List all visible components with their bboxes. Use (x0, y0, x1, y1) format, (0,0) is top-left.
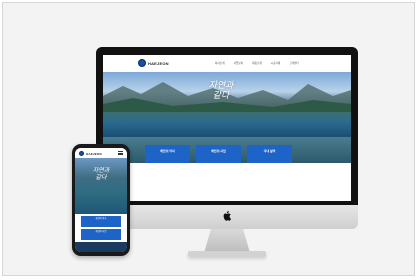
hero-title-line2: 같다 (212, 91, 230, 101)
mobile-footer-band (75, 242, 127, 252)
main-nav: 회사소개 사업분야 제품소개 시공사례 고객센터 (215, 61, 299, 65)
nav-item[interactable]: 회사소개 (215, 61, 225, 65)
desktop-screen: HAEJEON 회사소개 사업분야 제품소개 시공사례 고객센터 자연과 같다 (103, 55, 351, 201)
mobile-hero-title: 자연과 같다 (75, 167, 127, 181)
site-header: HAEJEON 회사소개 사업분야 제품소개 시공사례 고객센터 (103, 55, 351, 72)
feature-card[interactable]: 해전의 사업 (196, 145, 241, 163)
mobile-card-label: 해전의 사업 (95, 231, 107, 233)
hero-banner: 자연과 같다 (103, 72, 351, 137)
mobile-header: HAEJEON (75, 148, 127, 158)
menu-icon[interactable] (118, 151, 123, 155)
mobile-hero-title-line2: 같다 (95, 174, 107, 181)
nav-item[interactable]: 사업분야 (234, 61, 244, 65)
imac-mockup: HAEJEON 회사소개 사업분야 제품소개 시공사례 고객센터 자연과 같다 (96, 47, 358, 259)
logo-icon (138, 59, 146, 67)
logo-text: HAEJEON (148, 60, 169, 66)
mobile-card-label: 해전의 역사 (95, 218, 107, 220)
content-section (103, 163, 351, 201)
logo-icon (79, 151, 84, 156)
card-label: 해전의 역사 (160, 149, 175, 153)
imac-stand (204, 229, 250, 253)
mobile-hero: 자연과 같다 (75, 158, 127, 214)
nav-item[interactable]: 고객센터 (289, 61, 299, 65)
feature-card[interactable]: 해전의 역사 (145, 145, 190, 163)
feature-card[interactable]: 국내 실적 (247, 145, 292, 163)
card-label: 해전의 사업 (211, 149, 226, 153)
nav-item[interactable]: 시공사례 (271, 61, 281, 65)
mobile-feature-card[interactable]: 해전의 역사 (81, 216, 121, 227)
card-label: 국내 실적 (263, 149, 276, 153)
imac-stand-base (188, 251, 266, 257)
mobile-feature-card[interactable]: 해전의 사업 (81, 229, 121, 240)
mobile-logo[interactable]: HAEJEON (79, 151, 102, 156)
hero-title-line1: 자연과 (208, 81, 234, 91)
mobile-screen: HAEJEON 자연과 같다 해전의 역사 해전의 사업 (75, 148, 127, 252)
phone-mockup: HAEJEON 자연과 같다 해전의 역사 해전의 사업 (72, 144, 130, 256)
mobile-logo-text: HAEJEON (86, 151, 102, 156)
imac-bezel: HAEJEON 회사소개 사업분야 제품소개 시공사례 고객센터 자연과 같다 (96, 47, 358, 205)
nav-item[interactable]: 제품소개 (252, 61, 262, 65)
hero-title: 자연과 같다 (191, 81, 251, 101)
feature-cards: 해전의 역사 해전의 사업 국내 실적 (145, 145, 292, 163)
mobile-hero-title-line1: 자연과 (92, 167, 110, 174)
apple-logo-icon (223, 211, 231, 221)
site-logo[interactable]: HAEJEON (138, 59, 169, 67)
